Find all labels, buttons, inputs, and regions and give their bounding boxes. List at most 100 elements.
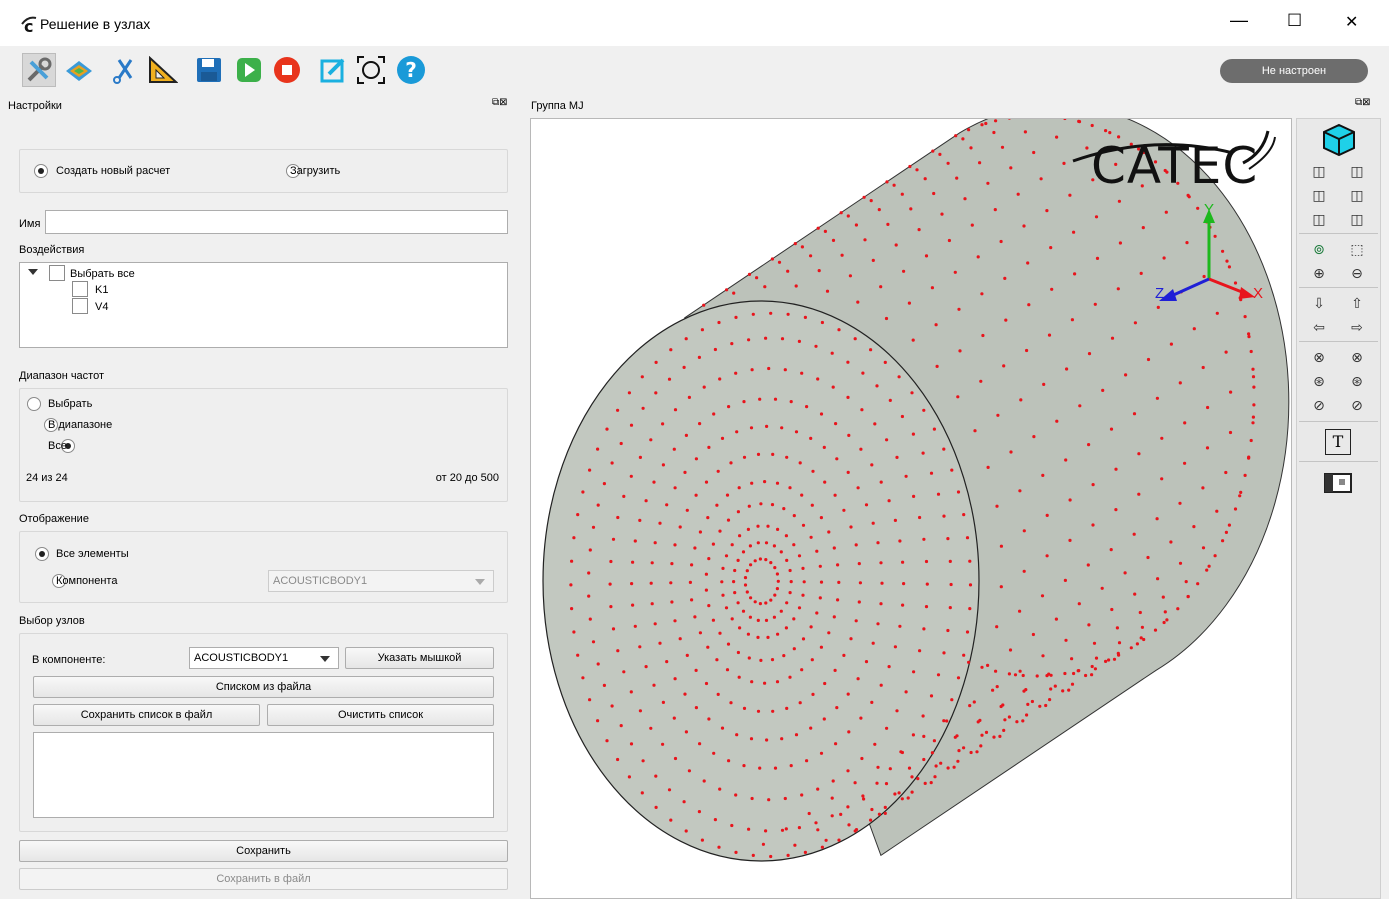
node-point	[833, 493, 837, 497]
screenshot-icon[interactable]	[1323, 471, 1353, 495]
rotate-y-cw-icon[interactable]: ⊛	[1309, 371, 1329, 391]
fit-view-icon[interactable]	[354, 53, 388, 87]
settings-icon[interactable]	[22, 53, 56, 87]
node-point	[1176, 607, 1180, 611]
cube-view-icon[interactable]	[1321, 123, 1357, 157]
nodes-list[interactable]	[33, 732, 494, 818]
name-input[interactable]	[45, 210, 508, 234]
stop-icon[interactable]	[270, 53, 304, 87]
pick-mouse-button[interactable]: Указать мышкой	[345, 647, 494, 669]
new-calc-radio[interactable]	[34, 164, 48, 178]
zoom-in-icon[interactable]: ⊕	[1309, 263, 1329, 283]
run-icon[interactable]	[232, 53, 266, 87]
view-front-icon[interactable]: ◫	[1309, 161, 1329, 181]
app-logo-icon: c	[21, 16, 37, 34]
node-point	[909, 207, 913, 211]
node-point	[1252, 403, 1256, 407]
node-point	[1073, 272, 1077, 276]
node-point	[726, 518, 731, 522]
zoom-out-icon[interactable]: ⊖	[1347, 263, 1367, 283]
node-point	[809, 625, 813, 629]
node-point	[741, 609, 746, 613]
node-point	[665, 503, 669, 507]
view-top-icon[interactable]: ◫	[1309, 209, 1329, 229]
float-icon[interactable]: ⧉⊠	[492, 97, 508, 108]
node-point	[694, 668, 698, 673]
node-point	[883, 805, 887, 810]
save-list-button[interactable]: Сохранить список в файл	[33, 704, 260, 726]
node-point	[856, 300, 860, 304]
expand-icon[interactable]	[28, 269, 38, 275]
cut-icon[interactable]	[108, 53, 142, 87]
maximize-button[interactable]: ☐	[1287, 11, 1302, 31]
node-point	[780, 828, 785, 832]
close-button[interactable]: ✕	[1345, 12, 1358, 32]
node-point	[670, 562, 674, 566]
rotate-x-ccw-icon[interactable]: ⊗	[1347, 347, 1367, 367]
node-point	[830, 796, 834, 800]
select-all-checkbox[interactable]	[49, 265, 65, 281]
load-k1-checkbox[interactable]	[72, 281, 88, 297]
node-point	[742, 455, 747, 459]
view-back-icon[interactable]: ◫	[1347, 161, 1367, 181]
pan-right-icon[interactable]: ⇨	[1347, 317, 1367, 337]
clear-list-button[interactable]: Очистить список	[267, 704, 494, 726]
view-right-icon[interactable]: ◫	[1347, 185, 1367, 205]
freq-select-radio[interactable]	[27, 397, 41, 411]
node-point	[1015, 720, 1019, 724]
from-file-button[interactable]: Списком из файла	[33, 676, 494, 698]
node-point	[801, 523, 806, 527]
node-point	[1247, 335, 1251, 339]
zoom-fit-icon[interactable]: ⊚	[1309, 239, 1329, 259]
node-point	[602, 482, 606, 486]
node-point	[818, 564, 822, 568]
minimize-button[interactable]: —	[1230, 10, 1248, 31]
node-point	[1022, 224, 1026, 228]
float-icon[interactable]: ⧉⊠	[1355, 97, 1371, 108]
node-point	[658, 521, 662, 525]
node-point	[814, 821, 818, 825]
node-point	[765, 424, 769, 428]
node-point	[798, 701, 802, 705]
node-point	[649, 726, 653, 730]
viewport-3d[interactable]: CATEC Y X Z	[530, 118, 1292, 899]
node-point	[930, 751, 934, 755]
rotate-z-cw-icon[interactable]: ⊘	[1309, 395, 1329, 415]
node-point	[1139, 271, 1143, 275]
view-bottom-icon[interactable]: ◫	[1347, 209, 1367, 229]
node-point	[629, 474, 633, 478]
load-v4-checkbox[interactable]	[72, 298, 88, 314]
node-point	[640, 791, 644, 795]
save-icon[interactable]	[192, 53, 226, 87]
measure-icon[interactable]	[146, 53, 180, 87]
node-point	[916, 777, 920, 781]
help-icon[interactable]: ?	[394, 53, 428, 87]
mesh-view-icon[interactable]	[62, 53, 96, 87]
pan-down-icon[interactable]: ⇩	[1309, 293, 1329, 313]
node-point	[1035, 674, 1039, 678]
node-point	[694, 457, 698, 461]
edit-icon[interactable]	[316, 53, 350, 87]
node-point	[704, 681, 709, 686]
all-elements-radio[interactable]	[35, 547, 49, 561]
rotate-y-ccw-icon[interactable]: ⊛	[1347, 371, 1367, 391]
save-button[interactable]: Сохранить	[19, 840, 508, 862]
node-point	[581, 490, 585, 494]
node-point	[861, 371, 865, 375]
text-icon[interactable]: T	[1325, 429, 1351, 455]
node-point	[773, 566, 777, 570]
rotate-z-ccw-icon[interactable]: ⊘	[1347, 395, 1367, 415]
rotate-x-cw-icon[interactable]: ⊗	[1309, 347, 1329, 367]
node-point	[1205, 568, 1209, 572]
nodes-component-select[interactable]: ACOUSTICBODY1	[189, 647, 339, 669]
pan-up-icon[interactable]: ⇧	[1347, 293, 1367, 313]
node-point	[1022, 529, 1026, 533]
cylinder-front-face	[542, 300, 980, 862]
divider	[1299, 287, 1378, 288]
node-point	[885, 180, 889, 184]
pan-left-icon[interactable]: ⇦	[1309, 317, 1329, 337]
view-left-icon[interactable]: ◫	[1309, 185, 1329, 205]
node-point	[782, 654, 786, 658]
zoom-box-icon[interactable]: ⬚	[1347, 239, 1367, 259]
node-point	[970, 223, 974, 227]
